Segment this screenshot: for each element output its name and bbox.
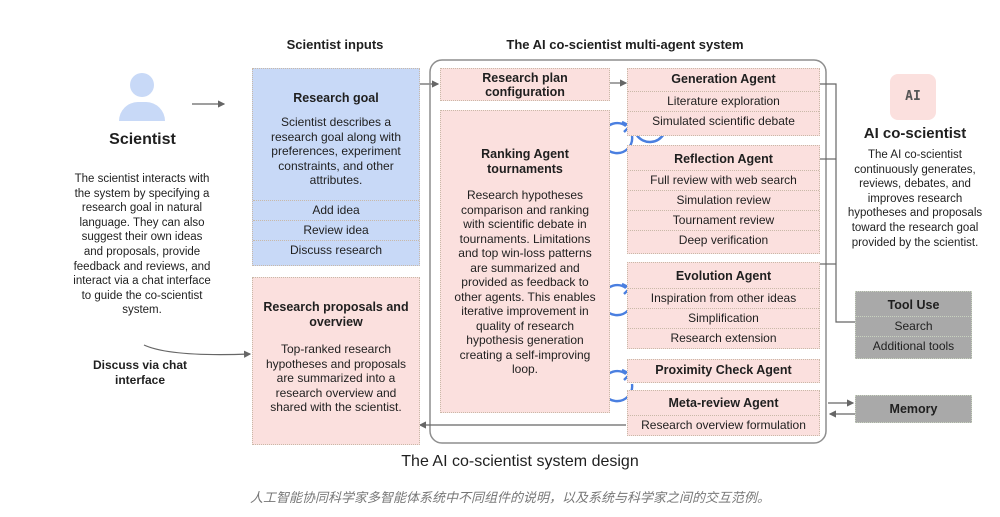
proximity-agent-title: Proximity Check Agent [655, 363, 792, 377]
diagram-caption: The AI co-scientist system design [401, 453, 639, 470]
agent-capability: Research extension [628, 328, 819, 348]
agent-capability: Literature exploration [628, 91, 819, 111]
agent-capability: Tournament review [628, 210, 819, 230]
agent-capability: Inspiration from other ideas [628, 288, 819, 308]
research-goal-panel: Research goal Scientist describes a rese… [252, 68, 420, 266]
ai-description: The AI co-scientist continuously generat… [847, 149, 983, 249]
evolution-agent: Evolution Agent Inspiration from other i… [627, 262, 820, 349]
ai-title: AI co-scientist [863, 125, 967, 142]
inputs-header: Scientist inputs [286, 37, 384, 52]
ai-badge-icon: AI [890, 74, 936, 120]
review-idea-button[interactable]: Review idea [253, 220, 419, 240]
tool-search: Search [856, 316, 971, 336]
arrow-chat-to-proposals [143, 344, 252, 358]
tool-additional: Additional tools [856, 336, 971, 356]
proximity-check-agent: Proximity Check Agent [627, 359, 820, 383]
agent-capability: Deep verification [628, 230, 819, 250]
research-goal-title: Research goal [293, 91, 379, 105]
meta-review-agent-title: Meta-review Agent [668, 396, 779, 410]
discuss-research-button[interactable]: Discuss research [253, 240, 419, 260]
proposals-description: Top-ranked research hypotheses and propo… [265, 342, 407, 414]
ranking-description: Research hypotheses comparison and ranki… [454, 188, 596, 376]
tool-use-panel: Tool Use Search Additional tools [855, 291, 972, 359]
proposals-title: Research proposals and overview [263, 300, 409, 329]
ranking-panel: Ranking Agent tournaments Research hypot… [440, 110, 610, 413]
agent-capability: Simulated scientific debate [628, 111, 819, 131]
proposals-panel: Research proposals and overview Top-rank… [252, 277, 420, 445]
tool-use-title: Tool Use [887, 298, 940, 312]
chat-interface-label[interactable]: Discuss via chat interface [90, 358, 190, 388]
scientist-title: Scientist [109, 131, 176, 148]
scientist-description: The scientist interacts with the system … [73, 173, 211, 317]
agent-capability: Simplification [628, 308, 819, 328]
ranking-title: Ranking Agent tournaments [481, 147, 569, 176]
reflection-agent: Reflection Agent Full review with web se… [627, 145, 820, 254]
plan-config-box: Research plan configuration [440, 68, 610, 101]
agent-capability: Full review with web search [628, 170, 819, 190]
add-idea-button[interactable]: Add idea [253, 200, 419, 220]
generation-agent-title: Generation Agent [671, 72, 776, 86]
person-icon [112, 73, 172, 123]
generation-agent: Generation Agent Literature exploration … [627, 68, 820, 136]
agent-capability: Simulation review [628, 190, 819, 210]
memory-box: Memory [855, 395, 972, 423]
reflection-agent-title: Reflection Agent [674, 152, 773, 166]
evolution-agent-title: Evolution Agent [675, 269, 772, 283]
system-header: The AI co-scientist multi-agent system [506, 37, 744, 52]
diagram-subcaption: 人工智能协同科学家多智能体系统中不同组件的说明，以及系统与科学家之间的交互范例。 [249, 490, 770, 505]
meta-review-agent: Meta-review Agent Research overview form… [627, 390, 820, 436]
agent-capability: Research overview formulation [628, 415, 819, 435]
research-goal-description: Scientist describes a research goal alon… [270, 115, 402, 187]
